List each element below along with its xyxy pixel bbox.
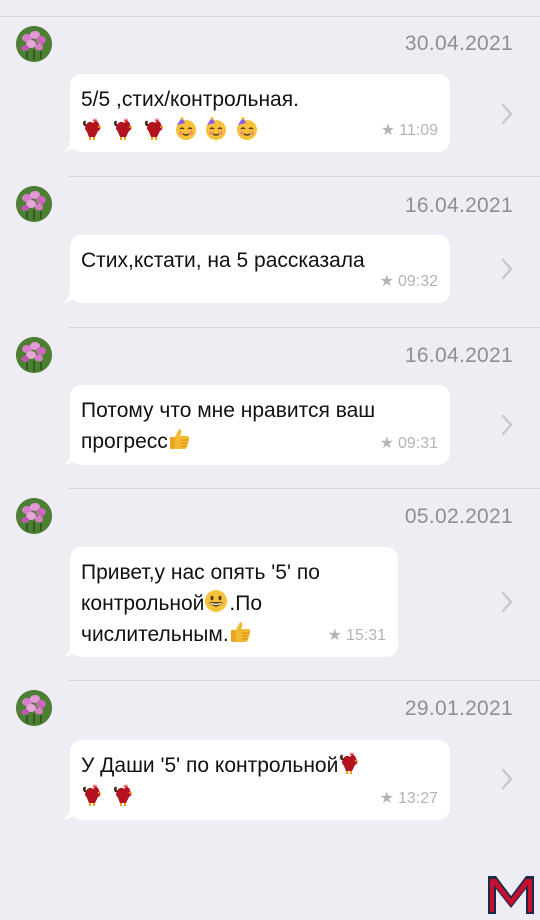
message-text-line: У Даши '5' по контрольной	[81, 750, 438, 781]
chevron-right-icon[interactable]	[500, 103, 514, 125]
partying-face-emoji-icon	[205, 117, 228, 141]
message-text: Привет,у нас опять '5' по	[81, 561, 320, 584]
message-meta: ★ 09:31	[380, 428, 438, 459]
chevron-right-icon[interactable]	[500, 414, 514, 436]
message-date: 16.04.2021	[404, 194, 513, 217]
message-meta: ★ 15:31	[328, 620, 386, 651]
partying-face-emoji-icon	[174, 117, 197, 141]
message-text: .По	[229, 592, 263, 615]
message-bubble[interactable]: Привет,у нас опять '5' по контрольной .По…	[63, 547, 398, 657]
message-meta: ★ 13:27	[380, 783, 438, 814]
avatar	[16, 26, 52, 62]
message-bubble[interactable]: Потому что мне нравится ваш прогресс ★ 09…	[63, 385, 450, 465]
star-icon: ★	[327, 627, 342, 644]
thumbs-up-emoji-icon	[230, 621, 251, 643]
rooster-emoji-icon	[340, 752, 360, 774]
watermark-logo	[488, 876, 534, 914]
divider	[68, 176, 540, 177]
rooster-emoji-icon	[82, 118, 102, 140]
message-bubble[interactable]: Стих,кстати, на 5 рассказала ★ 09:32	[63, 235, 450, 303]
message-time: 09:32	[397, 273, 438, 290]
divider	[68, 488, 540, 489]
message-time: 15:31	[345, 627, 386, 644]
message-date: 16.04.2021	[404, 344, 513, 367]
chevron-right-icon[interactable]	[500, 591, 514, 613]
message-date: 29.01.2021	[404, 697, 513, 720]
message-meta: ★ 09:32	[380, 266, 438, 297]
message-date: 05.02.2021	[404, 505, 513, 528]
message-meta: ★ 11:09	[381, 115, 438, 146]
message-text: 5/5 ,стих/контрольная.	[81, 88, 299, 111]
top-divider	[0, 16, 540, 17]
rooster-emoji-icon	[113, 118, 133, 140]
avatar	[16, 186, 52, 222]
star-icon: ★	[379, 435, 394, 452]
avatar	[16, 337, 52, 373]
chevron-right-icon[interactable]	[500, 258, 514, 280]
rooster-emoji-icon	[144, 118, 164, 140]
message-time: 09:31	[397, 435, 438, 452]
message-text-line: контрольной .По	[81, 588, 386, 619]
rooster-emoji-icon	[82, 784, 102, 806]
message-time: 11:09	[399, 122, 438, 139]
chevron-right-icon[interactable]	[500, 768, 514, 790]
thumbs-up-emoji-icon	[169, 428, 190, 450]
partying-face-emoji-icon	[236, 117, 258, 141]
avatar	[16, 690, 52, 726]
rooster-emoji-icon	[113, 784, 133, 806]
star-icon: ★	[380, 122, 396, 139]
message-bubble[interactable]: У Даши '5' по контрольной ★ 13:27	[63, 740, 450, 820]
message-text: числительным.	[81, 623, 229, 646]
star-icon: ★	[379, 790, 394, 807]
star-icon: ★	[379, 273, 394, 290]
message-text: Потому что мне нравится ваш	[81, 399, 376, 422]
message-text: прогресс	[81, 430, 168, 453]
message-bubble[interactable]: 5/5 ,стих/контрольная. ★ 11:09	[63, 74, 450, 152]
divider	[68, 680, 540, 681]
message-text: У Даши '5' по контрольной	[81, 754, 339, 777]
message-date: 30.04.2021	[404, 32, 513, 55]
avatar	[16, 498, 52, 534]
divider	[68, 327, 540, 328]
message-text: контрольной	[81, 592, 205, 615]
message-time: 13:27	[397, 790, 438, 807]
grinning-face-emoji-icon	[205, 590, 228, 612]
